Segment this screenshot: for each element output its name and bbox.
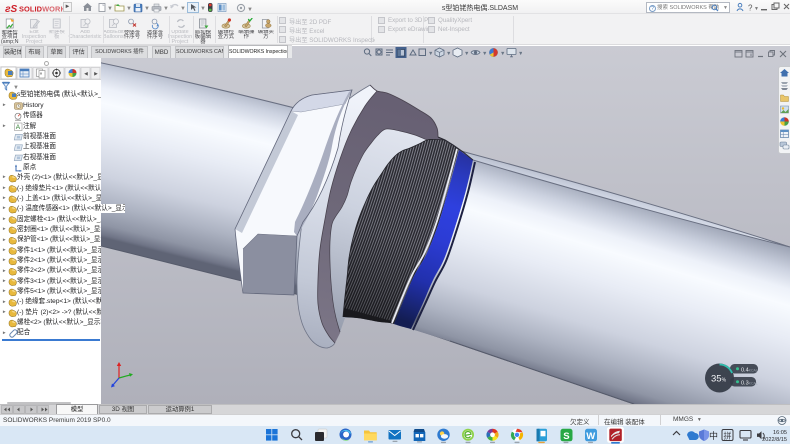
svg-text:▼: ▼ <box>428 51 433 57</box>
svg-text:▼: ▼ <box>500 51 505 57</box>
svg-text:16:05: 16:05 <box>773 430 787 436</box>
svg-text:▼: ▼ <box>464 51 469 57</box>
svg-text:中: 中 <box>709 430 718 441</box>
svg-text:拼: 拼 <box>724 430 732 440</box>
svg-text:▼: ▼ <box>518 51 522 57</box>
svg-text:W: W <box>586 430 595 441</box>
svg-text:A: A <box>16 124 21 131</box>
svg-text:▼: ▼ <box>754 6 759 12</box>
svg-text:▼: ▼ <box>107 6 113 12</box>
svg-text:▼: ▼ <box>126 6 132 12</box>
svg-text:?: ? <box>748 4 753 13</box>
svg-text:ƨS: ƨS <box>5 4 18 14</box>
svg-text:▼: ▼ <box>200 6 206 12</box>
svg-text:▼: ▼ <box>144 6 150 12</box>
svg-text:2022/8/15: 2022/8/15 <box>762 437 787 443</box>
svg-text:▼: ▼ <box>180 6 186 12</box>
svg-text:▼: ▼ <box>482 51 487 57</box>
svg-text:▼: ▼ <box>163 6 169 12</box>
svg-text:▼: ▼ <box>247 7 253 13</box>
svg-text:S: S <box>563 430 569 441</box>
svg-text:▼: ▼ <box>446 51 451 57</box>
